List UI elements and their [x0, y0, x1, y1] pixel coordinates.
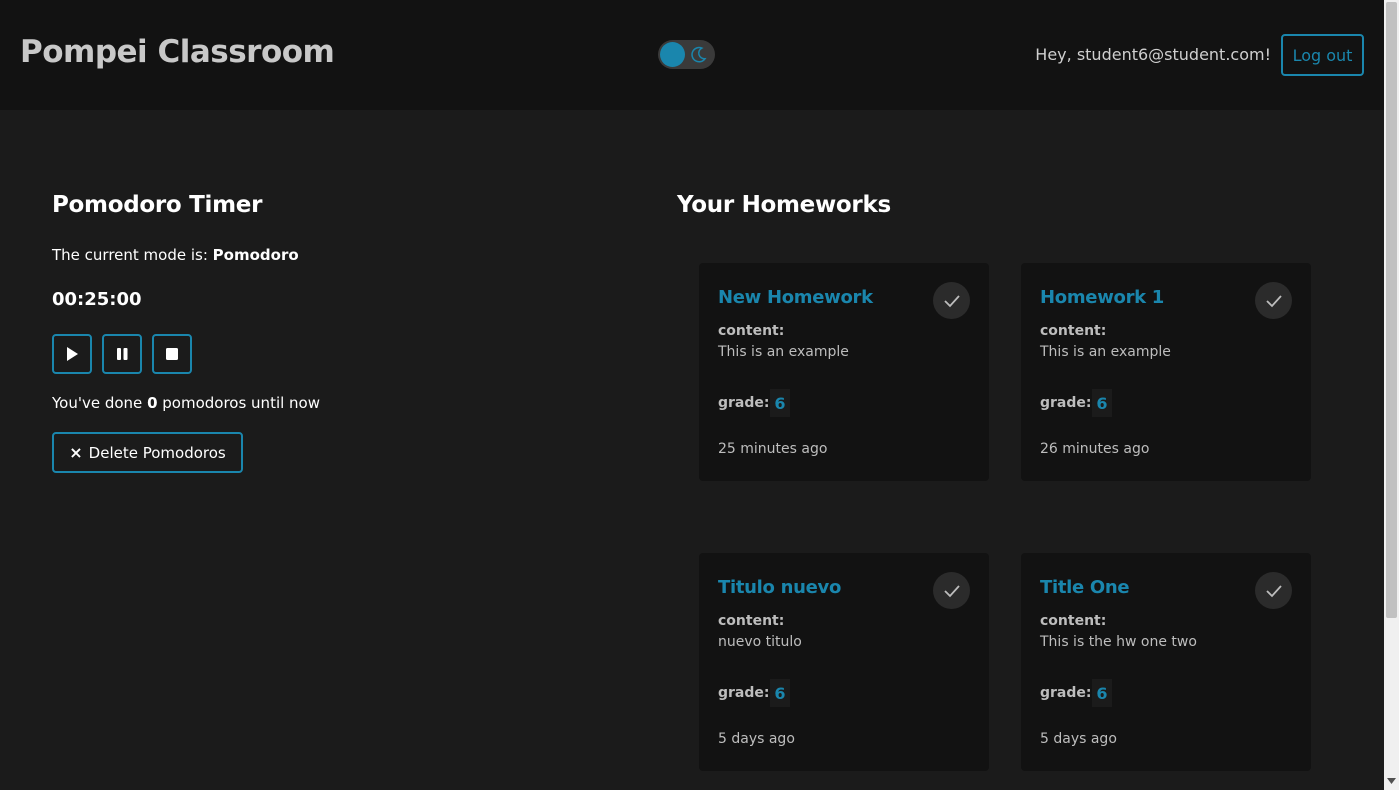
homework-timestamp: 25 minutes ago: [718, 441, 828, 457]
homework-card: Titulo nuevo content: nuevo titulo grade…: [699, 553, 989, 771]
homework-title[interactable]: Title One: [1040, 577, 1130, 598]
check-icon: [1265, 584, 1282, 597]
close-icon: ×: [69, 443, 83, 462]
grade-label: grade:: [718, 395, 770, 411]
play-icon: [67, 347, 78, 361]
content-label: content:: [718, 323, 785, 339]
pause-button[interactable]: [102, 334, 142, 374]
homework-card: Homework 1 content: This is an example g…: [1021, 263, 1311, 481]
grade-label: grade:: [1040, 395, 1092, 411]
content-label: content:: [1040, 613, 1107, 629]
grade-label: grade:: [718, 685, 770, 701]
pomodoro-title: Pomodoro Timer: [52, 192, 263, 218]
mark-done-button[interactable]: [1255, 572, 1292, 609]
current-mode-text: The current mode is: Pomodoro: [52, 246, 299, 264]
delete-pomodoros-label: Delete Pomodoros: [88, 443, 226, 462]
done-prefix: You've done: [52, 394, 148, 412]
pomodoro-count-text: You've done 0 pomodoros until now: [52, 394, 320, 412]
homework-timestamp: 26 minutes ago: [1040, 441, 1150, 457]
page-scrollbar[interactable]: [1384, 0, 1399, 790]
grade-value: 6: [770, 679, 790, 707]
pause-icon: [117, 348, 128, 360]
homework-content: This is an example: [718, 344, 849, 360]
theme-toggle[interactable]: [658, 40, 715, 69]
homework-timestamp: 5 days ago: [1040, 731, 1117, 747]
check-icon: [943, 584, 960, 597]
brand-title[interactable]: Pompei Classroom: [20, 34, 335, 70]
mode-prefix: The current mode is:: [52, 246, 213, 264]
scrollbar-thumb[interactable]: [1386, 2, 1397, 618]
check-icon: [943, 294, 960, 307]
mark-done-button[interactable]: [933, 572, 970, 609]
stop-button[interactable]: [152, 334, 192, 374]
pomodoro-count: 0: [147, 394, 158, 412]
homework-timestamp: 5 days ago: [718, 731, 795, 747]
done-suffix: pomodoros until now: [157, 394, 321, 412]
scroll-down-icon[interactable]: [1387, 778, 1396, 785]
play-button[interactable]: [52, 334, 92, 374]
current-mode: Pomodoro: [212, 246, 299, 264]
timer-display: 00:25:00: [52, 289, 142, 310]
grade-label: grade:: [1040, 685, 1092, 701]
mark-done-button[interactable]: [1255, 282, 1292, 319]
homeworks-title: Your Homeworks: [677, 192, 891, 218]
homework-content: nuevo titulo: [718, 634, 802, 650]
homework-title[interactable]: Homework 1: [1040, 287, 1164, 308]
moon-icon: [691, 46, 707, 63]
homework-content: This is an example: [1040, 344, 1171, 360]
homework-content: This is the hw one two: [1040, 634, 1197, 650]
grade-value: 6: [1092, 679, 1112, 707]
content-label: content:: [1040, 323, 1107, 339]
homework-card: Title One content: This is the hw one tw…: [1021, 553, 1311, 771]
user-greeting: Hey, student6@student.com!: [1035, 45, 1271, 64]
content-label: content:: [718, 613, 785, 629]
homework-card: New Homework content: This is an example…: [699, 263, 989, 481]
delete-pomodoros-button[interactable]: × Delete Pomodoros: [52, 432, 243, 473]
mark-done-button[interactable]: [933, 282, 970, 319]
grade-value: 6: [1092, 389, 1112, 417]
app-header: Pompei Classroom Hey, student6@student.c…: [0, 0, 1384, 110]
homework-title[interactable]: New Homework: [718, 287, 873, 308]
grade-value: 6: [770, 389, 790, 417]
check-icon: [1265, 294, 1282, 307]
homework-title[interactable]: Titulo nuevo: [718, 577, 841, 598]
toggle-knob: [660, 42, 685, 67]
stop-icon: [166, 348, 178, 360]
logout-button[interactable]: Log out: [1281, 34, 1364, 76]
